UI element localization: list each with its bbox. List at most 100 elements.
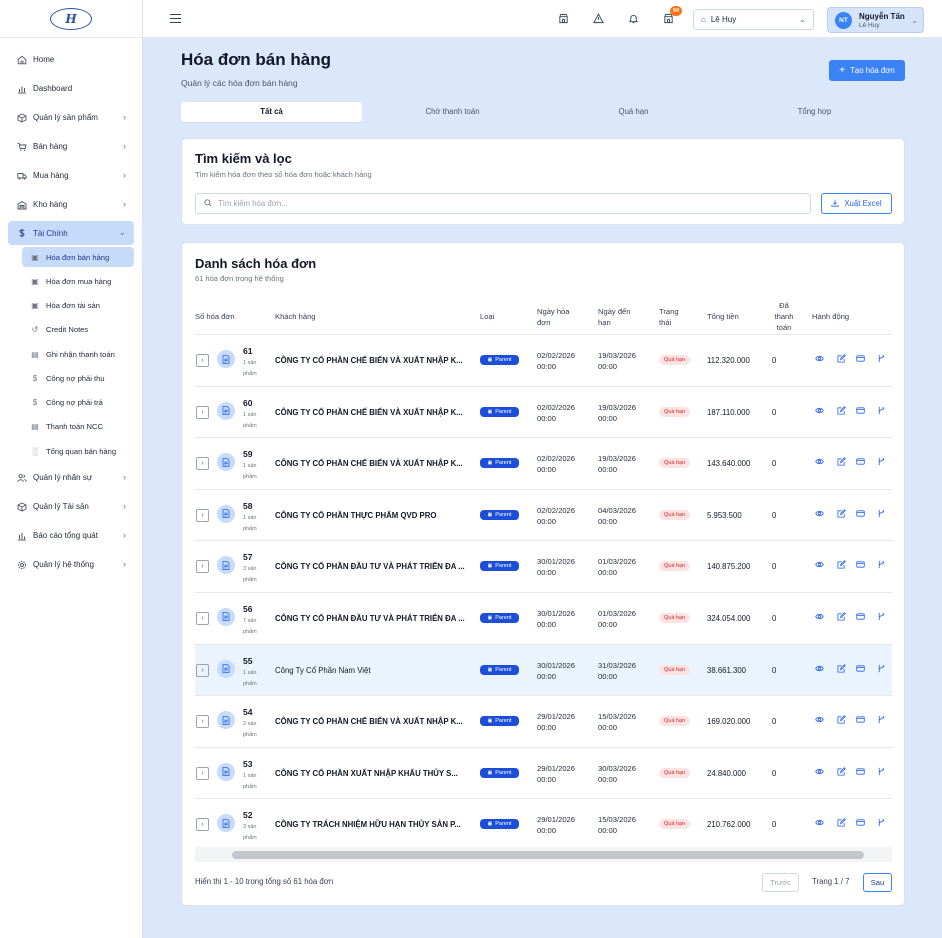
expand-row-button[interactable]: ›: [196, 508, 209, 522]
table-row[interactable]: › 57 3 sản phẩm CÔNG TY CỔ PHẦN ĐẦU TƯ V…: [195, 541, 892, 593]
sidebar-item-0[interactable]: Quản lý nhân sự ›: [0, 463, 142, 492]
view-icon[interactable]: [813, 560, 825, 572]
search-input[interactable]: Tìm kiếm hóa đơn...: [195, 193, 811, 214]
sidebar-item-4[interactable]: Mua hàng ›: [0, 161, 142, 190]
user-menu[interactable]: NT Nguyễn Tấn Lê Huy ⌄: [827, 7, 924, 33]
invoice-number[interactable]: 61: [243, 346, 252, 356]
tab-summary[interactable]: Tổng hợp: [724, 102, 905, 124]
edit-icon[interactable]: [835, 560, 847, 572]
invoice-number[interactable]: 60: [243, 398, 252, 408]
payment-card-icon[interactable]: [854, 818, 866, 830]
sidebar-item-3[interactable]: Bán hàng ›: [0, 132, 142, 161]
company-logo[interactable]: H: [50, 7, 92, 30]
split-branch-icon[interactable]: [875, 818, 887, 830]
edit-icon[interactable]: [835, 612, 847, 624]
invoice-number[interactable]: 56: [243, 604, 252, 614]
edit-icon[interactable]: [835, 715, 847, 727]
invoice-number[interactable]: 53: [243, 759, 252, 769]
payment-card-icon[interactable]: [854, 457, 866, 469]
split-branch-icon[interactable]: [875, 715, 887, 727]
create-invoice-button[interactable]: + Tạo hóa đơn: [829, 60, 905, 81]
submenu-item-7[interactable]: ▤ Thanh toán NCC: [22, 415, 134, 439]
invoice-number[interactable]: 55: [243, 656, 252, 666]
view-icon[interactable]: [813, 767, 825, 779]
table-row[interactable]: › 59 1 sản phẩm CÔNG TY CỔ PHẦN CHẾ BIẾN…: [195, 438, 892, 490]
payment-card-icon[interactable]: [854, 406, 866, 418]
submenu-item-2[interactable]: ▣ Hóa đơn tài sản: [22, 293, 134, 317]
split-branch-icon[interactable]: [875, 509, 887, 521]
edit-icon[interactable]: [835, 405, 847, 418]
prev-page-button[interactable]: Trước: [762, 873, 799, 892]
payment-card-icon[interactable]: [854, 612, 866, 624]
payment-card-icon[interactable]: [854, 509, 866, 521]
expand-row-button[interactable]: ›: [196, 715, 209, 729]
tab-all[interactable]: Tất cả: [181, 102, 362, 122]
submenu-item-6[interactable]: $ Công nợ phải trả: [22, 390, 134, 414]
submenu-item-1[interactable]: ▣ Hóa đơn mua hàng: [22, 269, 134, 293]
expand-row-button[interactable]: ›: [196, 663, 209, 677]
split-branch-icon[interactable]: [875, 354, 887, 366]
view-icon[interactable]: [813, 354, 825, 366]
sidebar-item-0[interactable]: Home: [0, 45, 142, 74]
tab-overdue[interactable]: Quá hạn: [543, 102, 724, 124]
view-icon[interactable]: [813, 457, 825, 469]
sidebar-item-3[interactable]: Quản lý hệ thống ›: [0, 550, 142, 579]
edit-icon[interactable]: [835, 508, 847, 521]
view-icon[interactable]: [813, 612, 825, 624]
sidebar-item-2[interactable]: Quản lý sản phẩm ›: [0, 103, 142, 132]
table-row[interactable]: › 58 1 sản phẩm CÔNG TY CỔ PHẦN THỰC PHẨ…: [195, 490, 892, 542]
view-icon[interactable]: [813, 664, 825, 676]
table-row[interactable]: › 52 3 sản phẩm CÔNG TY TRÁCH NHIỆM HỮU …: [195, 799, 892, 851]
invoice-number[interactable]: 57: [243, 552, 252, 562]
sidebar-item-5[interactable]: Kho hàng ›: [0, 190, 142, 219]
expand-row-button[interactable]: ›: [196, 354, 209, 367]
invoice-number[interactable]: 59: [243, 449, 252, 459]
table-row[interactable]: › 55 1 sản phẩm Công Ty Cổ Phần Nam Việt…: [195, 644, 892, 697]
payment-card-icon[interactable]: [854, 354, 866, 366]
invoice-number[interactable]: 54: [243, 707, 252, 717]
split-branch-icon[interactable]: [875, 664, 887, 676]
sidebar-item-6[interactable]: Tài Chính ⌄: [8, 221, 134, 245]
split-branch-icon[interactable]: [875, 457, 887, 469]
split-branch-icon[interactable]: [875, 406, 887, 418]
table-row[interactable]: › 53 1 sản phẩm CÔNG TY CỔ PHẦN XUẤT NHẬ…: [195, 748, 892, 800]
expand-row-button[interactable]: ›: [196, 560, 209, 574]
warning-icon[interactable]: [592, 13, 604, 25]
sidebar-item-1[interactable]: Quản lý Tài sản ›: [0, 492, 142, 521]
expand-row-button[interactable]: ›: [196, 766, 209, 780]
submenu-item-8[interactable]: ░ Tổng quan bán hàng: [22, 439, 134, 463]
edit-icon[interactable]: [835, 457, 847, 469]
branch-select[interactable]: ⌂ Lê Huy ⌄: [693, 9, 814, 30]
edit-icon[interactable]: [835, 766, 847, 779]
submenu-item-4[interactable]: ▤ Ghi nhận thanh toán: [22, 342, 134, 366]
expand-row-button[interactable]: ›: [196, 457, 209, 471]
edit-icon[interactable]: [835, 818, 847, 830]
scrollbar-thumb[interactable]: [232, 851, 864, 859]
payment-card-icon[interactable]: [854, 664, 866, 676]
view-icon[interactable]: [813, 818, 825, 830]
invoice-number[interactable]: 58: [243, 501, 252, 511]
sidebar-item-2[interactable]: Báo cáo tổng quát ›: [0, 521, 142, 550]
payment-card-icon[interactable]: [854, 767, 866, 779]
submenu-item-5[interactable]: $ Công nợ phải thu: [22, 366, 134, 390]
expand-row-button[interactable]: ›: [196, 405, 209, 419]
edit-icon[interactable]: [835, 663, 847, 676]
expand-row-button[interactable]: ›: [196, 818, 209, 832]
submenu-item-0[interactable]: ▣ Hóa đơn bán hàng: [22, 247, 134, 267]
export-excel-button[interactable]: Xuất Excel: [821, 193, 892, 214]
edit-icon[interactable]: [835, 354, 847, 366]
table-row[interactable]: › 60 1 sản phẩm CÔNG TY CỔ PHẦN CHẾ BIẾN…: [195, 387, 892, 439]
split-branch-icon[interactable]: [875, 560, 887, 572]
split-branch-icon[interactable]: [875, 767, 887, 779]
view-icon[interactable]: [813, 406, 825, 418]
table-row[interactable]: › 61 1 sản phẩm CÔNG TY CỔ PHẦN CHẾ BIẾN…: [195, 335, 892, 387]
expand-row-button[interactable]: ›: [196, 611, 209, 625]
table-row[interactable]: › 54 2 sản phẩm CÔNG TY CỔ PHẦN CHẾ BIẾN…: [195, 696, 892, 748]
sidebar-item-1[interactable]: Dashboard: [0, 74, 142, 103]
table-row[interactable]: › 56 7 sản phẩm CÔNG TY CỔ PHẦN ĐẦU TƯ V…: [195, 593, 892, 645]
view-icon[interactable]: [813, 509, 825, 521]
payment-card-icon[interactable]: [854, 715, 866, 727]
menu-toggle-icon[interactable]: [170, 14, 181, 23]
split-branch-icon[interactable]: [875, 612, 887, 624]
submenu-item-3[interactable]: ↺ Credit Notes: [22, 318, 134, 342]
